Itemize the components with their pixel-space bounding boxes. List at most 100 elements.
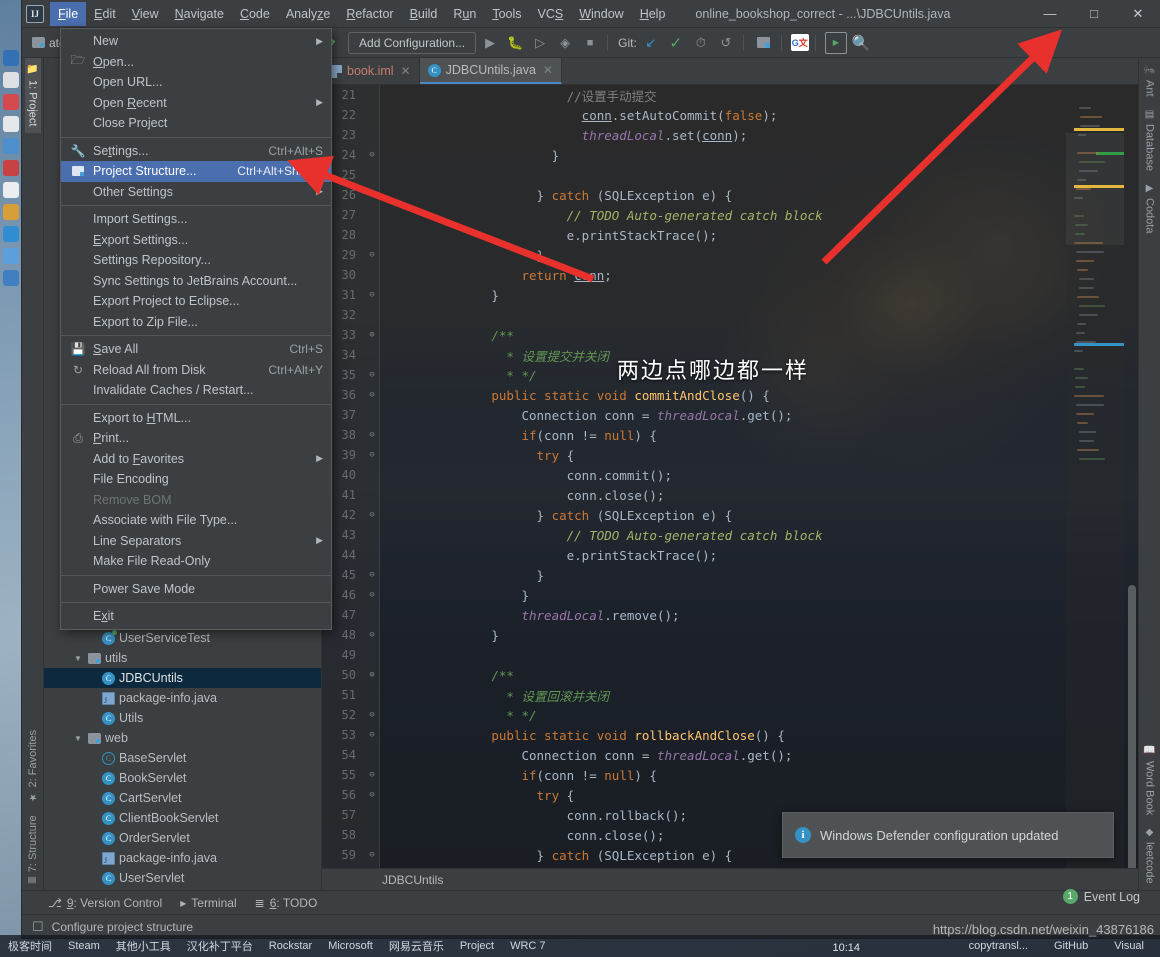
file-menu-item-new[interactable]: New ▶ bbox=[61, 31, 331, 52]
translate-icon[interactable]: G文 bbox=[790, 34, 809, 51]
menu-view[interactable]: View bbox=[124, 2, 167, 26]
code-fold-icon[interactable]: ⊕ bbox=[364, 670, 380, 680]
code-line[interactable]: 54 Connection conn = threadLocal.get(); bbox=[322, 745, 1138, 765]
menu-file[interactable]: File bbox=[50, 1, 87, 26]
code-fold-icon[interactable]: ⊖ bbox=[364, 370, 380, 380]
taskbar-item[interactable]: 汉化补丁平台 bbox=[179, 938, 261, 954]
editor-vertical-scrollbar[interactable] bbox=[1128, 585, 1136, 868]
code-line[interactable]: 51 * 设置回滚并关闭 bbox=[322, 685, 1138, 705]
code-line[interactable]: 22 conn.setAutoCommit(false); bbox=[322, 105, 1138, 125]
menu-help[interactable]: Help bbox=[632, 2, 674, 26]
file-menu-item-sync-settings-to-jetbrains-account[interactable]: Sync Settings to JetBrains Account... bbox=[61, 271, 331, 292]
file-menu-item-open-recent[interactable]: Open Recent ▶ bbox=[61, 93, 331, 114]
file-menu-item-export-to-html[interactable]: Export to HTML... bbox=[61, 408, 331, 429]
taskbar-item[interactable]: 极客时间 bbox=[0, 938, 60, 954]
tab-close-icon[interactable]: ✕ bbox=[401, 64, 411, 78]
code-fold-icon[interactable]: ⊖ bbox=[364, 450, 380, 460]
desktop-icon[interactable] bbox=[3, 248, 19, 264]
code-line[interactable]: 43 // TODO Auto-generated catch block bbox=[322, 525, 1138, 545]
code-fold-icon[interactable]: ⊖ bbox=[364, 510, 380, 520]
code-fold-icon[interactable]: ⊖ bbox=[364, 590, 380, 600]
event-log-button[interactable]: 1 Event Log bbox=[1062, 889, 1140, 904]
code-line[interactable]: 45 ⊖ } bbox=[322, 565, 1138, 585]
code-line[interactable]: 25 bbox=[322, 165, 1138, 185]
code-line[interactable]: 39 ⊖ try { bbox=[322, 445, 1138, 465]
taskbar-item[interactable]: Visual bbox=[1106, 940, 1152, 952]
editor-minimap[interactable] bbox=[1066, 85, 1124, 868]
file-menu-item-print[interactable]: ⎙ Print... bbox=[61, 428, 331, 449]
file-menu-item-line-separators[interactable]: Line Separators ▶ bbox=[61, 531, 331, 552]
file-menu-item-export-project-to-eclipse[interactable]: Export Project to Eclipse... bbox=[61, 291, 331, 312]
desktop-icon[interactable] bbox=[3, 116, 19, 132]
menu-analyze[interactable]: Analyze bbox=[278, 2, 338, 26]
taskbar-item[interactable]: Microsoft bbox=[320, 940, 381, 952]
code-fold-icon[interactable]: ⊖ bbox=[364, 250, 380, 260]
tool-window-button-7-structure[interactable]: ≣ 7: Structure bbox=[25, 809, 41, 890]
tree-node-package-info-java[interactable]: package-info.java bbox=[44, 688, 321, 708]
code-line[interactable]: 40 conn.commit(); bbox=[322, 465, 1138, 485]
code-line[interactable]: 60 // TODO Auto-generated catch block bbox=[322, 865, 1138, 869]
tab-close-icon[interactable]: ✕ bbox=[543, 63, 553, 77]
code-line[interactable]: 28 e.printStackTrace(); bbox=[322, 225, 1138, 245]
menu-build[interactable]: Build bbox=[402, 2, 446, 26]
tree-twisty-icon[interactable]: ▼ bbox=[72, 734, 84, 743]
code-editor[interactable]: 21 //设置手动提交 22 conn.setAutoCommit(false);… bbox=[322, 85, 1138, 868]
file-menu-item-make-file-read-only[interactable]: Make File Read-Only bbox=[61, 551, 331, 572]
search-icon[interactable]: 🔍 bbox=[850, 32, 872, 54]
taskbar-item[interactable]: Project bbox=[452, 940, 502, 952]
code-fold-icon[interactable]: ⊖ bbox=[364, 630, 380, 640]
code-line[interactable]: 31 ⊖ } bbox=[322, 285, 1138, 305]
desktop-icon[interactable] bbox=[3, 182, 19, 198]
code-line[interactable]: 21 //设置手动提交 bbox=[322, 85, 1138, 105]
code-line[interactable]: 36 ⊖ public static void commitAndClose() … bbox=[322, 385, 1138, 405]
stop-icon[interactable]: ■ bbox=[579, 32, 601, 54]
file-menu-item-export-settings[interactable]: Export Settings... bbox=[61, 230, 331, 251]
desktop-icon[interactable] bbox=[3, 160, 19, 176]
menu-run[interactable]: Run bbox=[445, 2, 484, 26]
code-fold-icon[interactable]: ⊖ bbox=[364, 570, 380, 580]
run-icon[interactable]: ▶ bbox=[479, 32, 501, 54]
desktop-icon[interactable] bbox=[3, 204, 19, 220]
file-menu-item-file-encoding[interactable]: File Encoding bbox=[61, 469, 331, 490]
file-menu-item-open[interactable]: 🗁 Open... bbox=[61, 52, 331, 73]
code-fold-icon[interactable]: ⊖ bbox=[364, 430, 380, 440]
code-fold-icon[interactable]: ⊖ bbox=[364, 290, 380, 300]
menu-refactor[interactable]: Refactor bbox=[338, 2, 401, 26]
tree-node-baseservlet[interactable]: C BaseServlet bbox=[44, 748, 321, 768]
notification-balloon[interactable]: i Windows Defender configuration updated bbox=[782, 812, 1114, 858]
history-icon[interactable]: ⏱ bbox=[690, 32, 712, 54]
taskbar-item[interactable]: copytransl... bbox=[961, 940, 1036, 952]
file-menu-item-add-to-favorites[interactable]: Add to Favorites ▶ bbox=[61, 449, 331, 470]
code-line[interactable]: 32 bbox=[322, 305, 1138, 325]
tree-node-package-info-java[interactable]: package-info.java bbox=[44, 848, 321, 868]
tree-node-jdbcuntils[interactable]: C JDBCUntils bbox=[44, 668, 321, 688]
menu-vcs[interactable]: VCS bbox=[530, 2, 572, 26]
code-line[interactable]: 44 e.printStackTrace(); bbox=[322, 545, 1138, 565]
file-menu-dropdown[interactable]: New ▶ 🗁 Open... Open URL... Open Recent ▶ Close… bbox=[60, 28, 332, 630]
tree-node-orderservlet[interactable]: C OrderServlet bbox=[44, 828, 321, 848]
code-line[interactable]: 52 ⊖ * */ bbox=[322, 705, 1138, 725]
tree-node-bookservlet[interactable]: C BookServlet bbox=[44, 768, 321, 788]
code-line[interactable]: 23 threadLocal.set(conn); bbox=[322, 125, 1138, 145]
code-line[interactable]: 48 ⊖ } bbox=[322, 625, 1138, 645]
menu-code[interactable]: Code bbox=[232, 2, 278, 26]
file-menu-item-power-save-mode[interactable]: Power Save Mode bbox=[61, 579, 331, 600]
code-line[interactable]: 53 ⊖ public static void rollbackAndClose(… bbox=[322, 725, 1138, 745]
maximize-button[interactable]: □ bbox=[1072, 0, 1116, 28]
tree-twisty-icon[interactable]: ▼ bbox=[72, 654, 84, 663]
desktop-icon[interactable] bbox=[3, 270, 19, 286]
desktop-icon[interactable] bbox=[3, 94, 19, 110]
tool-window-button-leetcode[interactable]: ◆ leetcode bbox=[1142, 821, 1158, 890]
file-menu-item-import-settings[interactable]: Import Settings... bbox=[61, 209, 331, 230]
menu-window[interactable]: Window bbox=[571, 2, 631, 26]
minimize-button[interactable]: — bbox=[1028, 0, 1072, 28]
code-line[interactable]: 24 ⊖ } bbox=[322, 145, 1138, 165]
close-button[interactable]: ✕ bbox=[1116, 0, 1160, 28]
code-line[interactable]: 41 conn.close(); bbox=[322, 485, 1138, 505]
rollback-icon[interactable]: ↺ bbox=[715, 32, 737, 54]
tree-node-utils[interactable]: C Utils bbox=[44, 708, 321, 728]
bottom-tool-todo[interactable]: ≣ 6: TODO bbox=[255, 896, 318, 910]
code-line[interactable]: 33 ⊕ /** bbox=[322, 325, 1138, 345]
code-line[interactable]: 30 return conn; bbox=[322, 265, 1138, 285]
file-menu-item-open-url[interactable]: Open URL... bbox=[61, 72, 331, 93]
